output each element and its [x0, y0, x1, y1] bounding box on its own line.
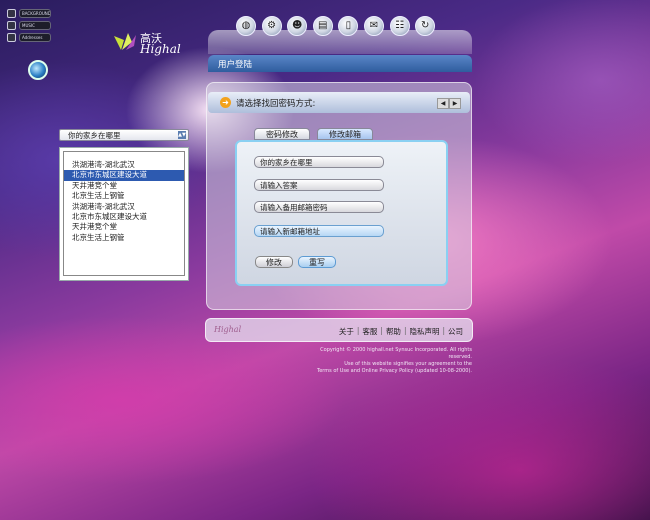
list-item[interactable]: 天井港竞个堂	[64, 222, 184, 232]
list-item[interactable]: 洪湖港湾-湖北武汉	[64, 202, 184, 212]
page-title: 用户登陆	[218, 60, 253, 70]
mini-nav-row[interactable]: BACKGROUND	[7, 8, 61, 19]
hometown-select[interactable]: 你的家乡在哪里 ▲▼	[59, 129, 189, 141]
gear-icon[interactable]: ⚙	[261, 16, 282, 36]
mini-nav-label: Addresses	[19, 33, 51, 42]
tab-password-change[interactable]: 密码修改	[254, 128, 310, 140]
list-item[interactable]: 洪湖港湾-湖北武汉	[64, 160, 184, 170]
music-icon	[7, 21, 16, 30]
recovery-title: 请选择找回密码方式:	[236, 99, 316, 109]
new-email-field[interactable]: 请输入新邮箱地址	[254, 225, 384, 237]
copyright-line: Copyright © 2000 highall.net Synsuc Inco…	[320, 347, 472, 360]
footer-links: 关于 | 客服 | 帮助 | 隐私声明 | 公司	[336, 326, 466, 337]
logo: 高沃 Highal	[112, 30, 192, 58]
list-item[interactable]: 北京市东城区建设大道	[64, 212, 184, 222]
footer-link-privacy[interactable]: 隐私声明	[406, 326, 442, 337]
pager: ◀ ▶	[437, 98, 461, 109]
answer-field[interactable]: 请输入答案	[254, 179, 384, 191]
footer-bar: Highal 关于 | 客服 | 帮助 | 隐私声明 | 公司	[205, 318, 473, 342]
list-item[interactable]: 北京市东城区建设大道	[64, 170, 184, 181]
footer-link-about[interactable]: 关于	[336, 326, 357, 337]
hometown-field[interactable]: 你的家乡在哪里	[254, 156, 384, 168]
address-list-inner: 洪湖港湾-湖北武汉 北京市东城区建设大道 天井港竞个堂 北京生活上钢管 洪湖港湾…	[63, 151, 185, 276]
next-icon[interactable]: ▶	[449, 98, 461, 109]
reset-button[interactable]: 重写	[298, 256, 336, 268]
user-icon[interactable]: ☻	[287, 16, 308, 36]
arrow-right-icon: ➜	[220, 97, 231, 108]
recovery-strip: ➜ 请选择找回密码方式: ◀ ▶	[208, 92, 470, 113]
refresh-icon[interactable]: ↻	[415, 16, 436, 36]
mini-nav-row[interactable]: Addresses	[7, 32, 61, 43]
globe-icon[interactable]: ◍	[236, 16, 256, 36]
mini-nav-row[interactable]: MUSIC	[7, 20, 61, 31]
addresses-icon	[7, 33, 16, 42]
list-item[interactable]: 天井港竞个堂	[64, 181, 184, 191]
address-list: 洪湖港湾-湖北武汉 北京市东城区建设大道 天井港竞个堂 北京生活上钢管 洪湖港湾…	[59, 147, 189, 281]
list-item[interactable]: 北京生活上钢管	[64, 233, 184, 243]
logo-mark	[114, 33, 136, 50]
select-value: 你的家乡在哪里	[68, 131, 121, 140]
logo-en: Highal	[140, 42, 181, 56]
list-item[interactable]: 北京生活上钢管	[64, 191, 184, 201]
top-nav: ◍ ⚙ ☻ ▤ ▯ ✉ ☷ ↻	[236, 16, 441, 36]
tab-email-change[interactable]: 修改邮箱	[317, 128, 373, 140]
copyright-line: Terms of Use and Online Privacy Policy (…	[317, 368, 472, 374]
backup-email-password-field[interactable]: 请输入备用邮箱密码	[254, 201, 384, 213]
document-icon[interactable]: ▯	[338, 16, 359, 36]
copyright: Copyright © 2000 highall.net Synsuc Inco…	[296, 347, 472, 375]
mail-icon[interactable]: ✉	[363, 16, 384, 36]
contacts-icon[interactable]: ☷	[389, 16, 410, 36]
footer-logo: Highal	[214, 325, 242, 334]
film-icon[interactable]: ▤	[312, 16, 333, 36]
prev-icon[interactable]: ◀	[437, 98, 449, 109]
footer-link-company[interactable]: 公司	[445, 326, 466, 337]
mini-nav-label: BACKGROUND	[19, 9, 51, 18]
copyright-line: Use of this website signifies your agree…	[344, 361, 472, 367]
mini-nav: BACKGROUND MUSIC Addresses	[7, 8, 61, 44]
orb-button[interactable]	[28, 60, 48, 80]
footer-link-service[interactable]: 客服	[359, 326, 380, 337]
footer-link-help[interactable]: 帮助	[383, 326, 404, 337]
mini-nav-label: MUSIC	[19, 21, 51, 30]
section-header: 用户登陆	[208, 55, 472, 72]
background-icon	[7, 9, 16, 18]
chevron-down-icon[interactable]: ▲▼	[178, 131, 186, 139]
modify-button[interactable]: 修改	[255, 256, 293, 268]
